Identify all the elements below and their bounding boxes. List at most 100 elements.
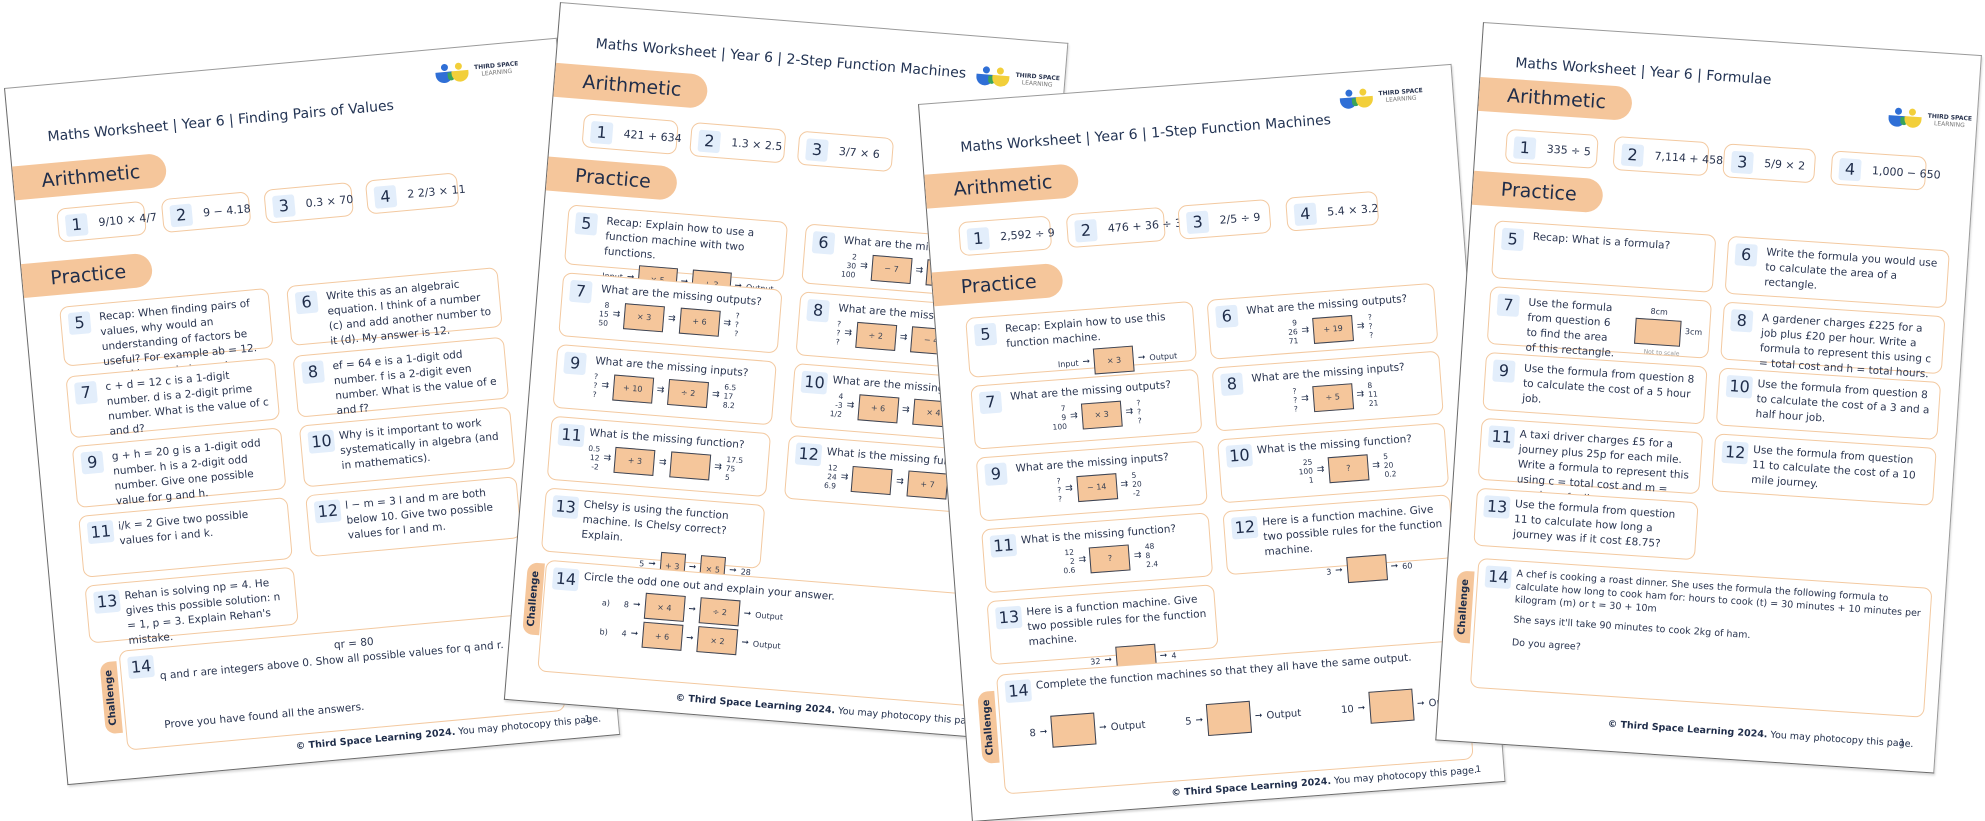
expression: 7,114 + 458	[1654, 149, 1724, 168]
arithmetic-question: 2 9 − 4.18	[160, 191, 252, 234]
question-card: 9 What are the missing inputs? ??? ⇉ − 14 ⇉…	[975, 440, 1208, 522]
question-card: 13 Chelsy is using the function machine.…	[540, 487, 766, 584]
function-box: + 19	[1312, 314, 1355, 344]
section-arithmetic: Arithmetic	[918, 163, 1080, 210]
arrow-icon: ⇉	[899, 332, 908, 343]
rectangle-height-label: 3cm	[1684, 327, 1703, 338]
question-number: 13	[1483, 495, 1511, 519]
question-number: 8	[1220, 372, 1244, 397]
challenge-tab: Challenge	[99, 661, 123, 735]
question-number: 2	[1620, 143, 1645, 167]
arithmetic-question: 1 335 ÷ 5	[1504, 128, 1599, 169]
function-box: + 3	[613, 446, 656, 476]
copyright-footer: © Third Space Learning 2024. You may pho…	[1607, 718, 1914, 751]
challenge-tab: Challenge	[1452, 570, 1475, 644]
arithmetic-question: 1 9/10 × 4/7	[56, 200, 158, 243]
page-number: 1	[584, 714, 591, 725]
question-number: 11	[557, 423, 586, 448]
function-box: − 14	[1075, 472, 1118, 502]
section-arithmetic: Arithmetic	[543, 62, 709, 110]
arrow-icon: ⇉	[667, 313, 676, 325]
question-number: 1	[589, 120, 614, 145]
arrow-icon: ⇉	[612, 309, 621, 320]
question-number: 12	[1721, 440, 1750, 465]
question-number: 9	[80, 450, 105, 475]
function-machine: 5 ➞ ➞ Output	[1184, 697, 1302, 738]
arithmetic-question: 4 1,000 − 650	[1830, 150, 1941, 191]
rectangle-diagram: 8cm 3cm Not to scale	[1633, 303, 1702, 362]
function-box: × 3	[1080, 400, 1123, 430]
arrow-icon: ⇉	[603, 452, 612, 464]
question-card: 5 Recap: Explain how to use this functio…	[965, 300, 1198, 378]
not-to-scale-note: Not to scale	[1643, 348, 1680, 358]
question-number: 5	[973, 322, 998, 347]
question-text: i/k = 2 Give two possible values for i a…	[117, 508, 249, 548]
question-number: 11	[989, 533, 1018, 558]
question-number: 13	[551, 495, 580, 520]
question-number: 2	[1074, 218, 1098, 243]
function-box[interactable]	[1050, 712, 1097, 748]
question-card: 8 ef = 64 e is a 1-digit odd number. f is…	[292, 336, 510, 418]
expression: 5.4 × 3.2	[1326, 201, 1379, 219]
expression: 3/7 × 6	[838, 144, 881, 162]
logo-icon	[1339, 87, 1375, 111]
expression: 2,592 ÷ 9	[999, 226, 1056, 244]
section-practice: Practice	[11, 252, 154, 299]
expression: 2 2/3 × 11	[406, 182, 467, 201]
worksheet-formulae: Maths Worksheet | Year 6 | Formulae THIR…	[1435, 22, 1982, 774]
function-machine: 3 ➞ ➞ 60	[1325, 550, 1447, 585]
question-number: 14	[551, 567, 580, 592]
question-card: 10 What is the missing function? 25 100 1 ⇉…	[1216, 422, 1450, 504]
question-number: 1	[966, 227, 991, 251]
question-text: Write this as an algebraic equation. I t…	[325, 278, 492, 348]
question-number: 5	[1500, 227, 1525, 252]
arrow-icon: ⇉	[656, 385, 665, 396]
function-box	[669, 450, 712, 481]
sheet-title: Maths Worksheet | Year 6 | Finding Pairs…	[46, 97, 395, 146]
arithmetic-question: 4 5.4 × 3.2	[1285, 190, 1380, 232]
question-text: Rehan is solving np = 4. He gives this p…	[124, 577, 281, 647]
question-card: 9 Use the formula from question 8 to calc…	[1482, 351, 1708, 425]
question-card: 5 Recap: What is a formula?	[1491, 220, 1717, 293]
question-number: 3	[1185, 210, 1210, 235]
arrow-icon: ⇉	[846, 400, 855, 411]
function-box: + 6	[857, 393, 900, 423]
question-number: 3	[271, 194, 296, 219]
question-card: 12 Here is a function machine. Give two …	[1222, 494, 1455, 584]
function-machine: 25 100 1 ⇉? ⇉ 5 20 0.2	[1298, 451, 1397, 485]
arithmetic-question: 4 2 2/3 × 11	[364, 172, 466, 215]
question-number: 7	[568, 279, 593, 304]
question-card: 8A gardener charges £225 for a job plus …	[1720, 301, 1946, 380]
arithmetic-question: 3 0.3 × 70	[263, 181, 355, 224]
question-text: Here is a function machine. Give two pos…	[1261, 503, 1443, 559]
function-box: + 10	[611, 374, 654, 404]
expression: 9/10 × 4/7	[97, 210, 158, 229]
section-arithmetic: Arithmetic	[4, 152, 168, 202]
rectangle-shape	[1634, 317, 1682, 347]
expression: 1.3 × 2.5	[730, 136, 783, 154]
function-machine: 7 9 100 ⇉ × 3 ⇉???	[1052, 398, 1143, 432]
challenge-card: 14 A chef is cooking a roast dinner. She…	[1469, 557, 1933, 718]
expression: 0.3 × 70	[305, 192, 354, 211]
question-number: 6	[811, 231, 836, 255]
question-text: g + h = 20 g is a 1-digit odd number. h …	[111, 437, 262, 508]
question-number: 6	[1215, 304, 1239, 329]
question-card: 6 Write the formula you would use to calc…	[1724, 235, 1950, 309]
arrow-icon: ⇉	[713, 461, 723, 473]
question-text: Use the formula from question 6 to find …	[1525, 296, 1615, 360]
function-box: ÷ 2	[698, 597, 741, 627]
challenge-card: 14 Circle the odd one out and explain yo…	[537, 559, 1005, 709]
logo-icon	[975, 65, 1012, 90]
arithmetic-question: 2 1.3 × 2.5	[689, 121, 787, 164]
page-number: 1	[1898, 738, 1906, 749]
question-number: 2	[697, 129, 722, 154]
function-box[interactable]	[1368, 688, 1415, 724]
arrow-icon: ⇉	[895, 476, 905, 488]
question-text: Here is a function machine. Give two pos…	[1025, 593, 1207, 649]
function-box[interactable]	[1205, 700, 1253, 737]
arrow-icon: ⇉	[859, 260, 869, 272]
section-practice: Practice	[1461, 170, 1604, 214]
logo: THIRD SPACE LEARNING	[435, 56, 520, 85]
arrow-icon: ⇉	[843, 327, 853, 339]
function-box: − 7	[870, 254, 913, 284]
